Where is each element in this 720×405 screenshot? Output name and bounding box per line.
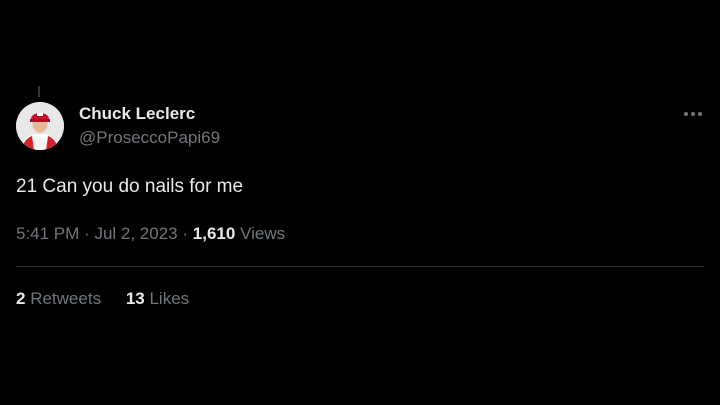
engagement-stats: 2 Retweets 13 Likes xyxy=(16,289,209,309)
tweet-time[interactable]: 5:41 PM xyxy=(16,224,79,243)
meta-separator: · xyxy=(182,224,189,243)
views-label[interactable]: Views xyxy=(240,224,285,243)
avatar[interactable] xyxy=(16,102,64,150)
tweet-meta: 5:41 PM · Jul 2, 2023 · 1,610 Views xyxy=(16,224,285,244)
author-handle[interactable]: @ProseccoPapi69 xyxy=(79,128,220,148)
likes-count: 13 xyxy=(125,289,145,308)
retweets-count: 2 xyxy=(16,289,26,308)
views-count[interactable]: 1,610 xyxy=(193,224,236,243)
avatar-image xyxy=(16,102,64,150)
divider xyxy=(16,266,704,267)
likes-label: Likes xyxy=(149,289,190,308)
thread-connector-line xyxy=(38,86,40,97)
tweet-date[interactable]: Jul 2, 2023 xyxy=(94,224,177,243)
tweet-text: 21 Can you do nails for me xyxy=(16,176,244,197)
likes-stat[interactable]: 13 Likes xyxy=(126,289,189,309)
author-display-name[interactable]: Chuck Leclerc xyxy=(79,104,195,124)
meta-separator: · xyxy=(84,224,90,243)
more-options-button[interactable] xyxy=(680,103,706,125)
more-horizontal-icon xyxy=(684,112,702,116)
retweets-label: Retweets xyxy=(30,289,102,308)
retweets-stat[interactable]: 2 Retweets xyxy=(16,289,101,309)
